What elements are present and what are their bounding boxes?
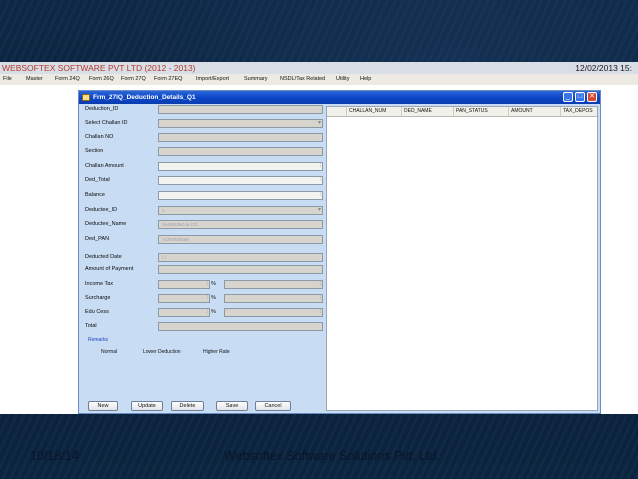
deductee-name-field[interactable]: SAMSUNG & CO., <box>158 220 323 229</box>
menu-item-import-export[interactable]: Import/Export <box>196 74 229 85</box>
column-pan-status[interactable]: PAN_STATUS <box>454 107 509 116</box>
deduction-id-field[interactable] <box>158 105 323 114</box>
app-title: WEBSOFTEX SOFTWARE PVT LTD (2012 - 2013) <box>2 63 196 73</box>
balance-field[interactable] <box>158 191 323 200</box>
total-field[interactable] <box>158 322 323 331</box>
ded-total-field[interactable] <box>158 176 323 185</box>
label-amount-of-payment: Amount of Payment <box>85 266 134 272</box>
label-total: Total <box>85 323 97 329</box>
form-icon <box>82 94 90 101</box>
label-deductee-name: Deductee_Name <box>85 221 127 227</box>
minimize-icon[interactable]: _ <box>563 92 573 102</box>
footer-date: 10/18/14 <box>30 449 79 463</box>
section-field[interactable] <box>158 147 323 156</box>
edu-cess-percent-sign: % <box>211 309 216 315</box>
cancel-button[interactable]: Cancel <box>255 401 291 411</box>
grid-header: CHALLAN_NUM DED_NAME PAN_STATUS AMOUNT T… <box>327 107 597 117</box>
app-titlebar: WEBSOFTEX SOFTWARE PVT LTD (2012 - 2013)… <box>0 62 638 74</box>
menu-item-form-27q[interactable]: Form 27Q <box>121 74 146 85</box>
label-income-tax: Income Tax <box>85 281 114 287</box>
surcharge-percent-sign: % <box>211 295 216 301</box>
grid-row-selector-header <box>327 107 347 116</box>
column-challan-num[interactable]: CHALLAN_NUM <box>347 107 402 116</box>
deductee-id-dropdown[interactable]: 1 <box>158 206 323 215</box>
column-ded-name[interactable]: DED_NAME <box>402 107 454 116</box>
menu-item-summary[interactable]: Summary <box>244 74 268 85</box>
form-titlebar[interactable]: Frm_27IQ_Deduction_Details_Q1 _ □ ✕ <box>79 91 600 104</box>
select-challan-id-dropdown[interactable] <box>158 119 323 128</box>
challan-grid[interactable]: CHALLAN_NUM DED_NAME PAN_STATUS AMOUNT T… <box>326 106 598 411</box>
menu-item-help[interactable]: Help <box>360 74 371 85</box>
label-select-challan-id: Select Challan ID <box>85 120 128 126</box>
label-deduction-id: Deduction_ID <box>85 106 119 112</box>
challan-no-field[interactable] <box>158 133 323 142</box>
app-date: 12/02/2013 15: <box>575 63 632 73</box>
label-section: Section <box>85 148 104 154</box>
challan-amount-field[interactable] <box>158 162 323 171</box>
income-tax-percent-sign: % <box>211 281 216 287</box>
label-surcharge: Surcharge <box>85 295 111 301</box>
column-tax-deposited[interactable]: TAX_DEPOS <box>561 107 597 116</box>
update-button[interactable]: Update <box>131 401 163 411</box>
new-button[interactable]: New <box>88 401 118 411</box>
deduction-details-form: Frm_27IQ_Deduction_Details_Q1 _ □ ✕ Dedu… <box>78 90 601 414</box>
form-title: Frm_27IQ_Deduction_Details_Q1 <box>93 94 196 101</box>
deducted-date-field[interactable]: / / <box>158 253 323 262</box>
label-edu-cess: Edu Cess <box>85 309 109 315</box>
menu-item-form-26q[interactable]: Form 26Q <box>89 74 114 85</box>
label-ded-pan: Ded_PAN <box>85 236 110 242</box>
menu-item-file[interactable]: File <box>3 74 12 85</box>
amount-of-payment-field[interactable] <box>158 265 323 274</box>
maximize-icon[interactable]: □ <box>575 92 585 102</box>
column-amount[interactable]: AMOUNT <box>509 107 561 116</box>
ded-pan-field[interactable]: ACM7E6G5H <box>158 235 323 244</box>
remark-option-lower-deduction[interactable]: Lower Deduction <box>143 349 181 355</box>
income-tax-rate-field[interactable] <box>158 280 210 289</box>
label-challan-no: Challan NO <box>85 134 114 140</box>
label-deductee-id: Deductee_ID <box>85 207 118 213</box>
surcharge-field[interactable] <box>224 294 323 303</box>
income-tax-field[interactable] <box>224 280 323 289</box>
save-button[interactable]: Save <box>216 401 248 411</box>
remarks-label: Remarks <box>88 337 109 343</box>
menu-item-nsdl-tax[interactable]: NSDL/Tax Related <box>280 74 325 85</box>
remark-option-normal[interactable]: Normal <box>101 349 117 355</box>
remark-option-higher-rate[interactable]: Higher Rate <box>203 349 230 355</box>
close-icon[interactable]: ✕ <box>587 92 597 102</box>
footer-company: Websoftex Software Solutions Pvt. Ltd. <box>224 449 440 463</box>
label-challan-amount: Challan Amount <box>85 163 124 169</box>
surcharge-rate-field[interactable] <box>158 294 210 303</box>
delete-button[interactable]: Delete <box>171 401 204 411</box>
menu-item-master[interactable]: Master <box>26 74 43 85</box>
edu-cess-field[interactable] <box>224 308 323 317</box>
menu-item-form-27eq[interactable]: Form 27EQ <box>154 74 182 85</box>
edu-cess-rate-field[interactable] <box>158 308 210 317</box>
menu-item-utility[interactable]: Utility <box>336 74 349 85</box>
label-balance: Balance <box>85 192 105 198</box>
menu-item-form-24q[interactable]: Form 24Q <box>55 74 80 85</box>
label-deducted-date: Deducted Date <box>85 254 122 260</box>
label-ded-total: Ded_Total <box>85 177 110 183</box>
